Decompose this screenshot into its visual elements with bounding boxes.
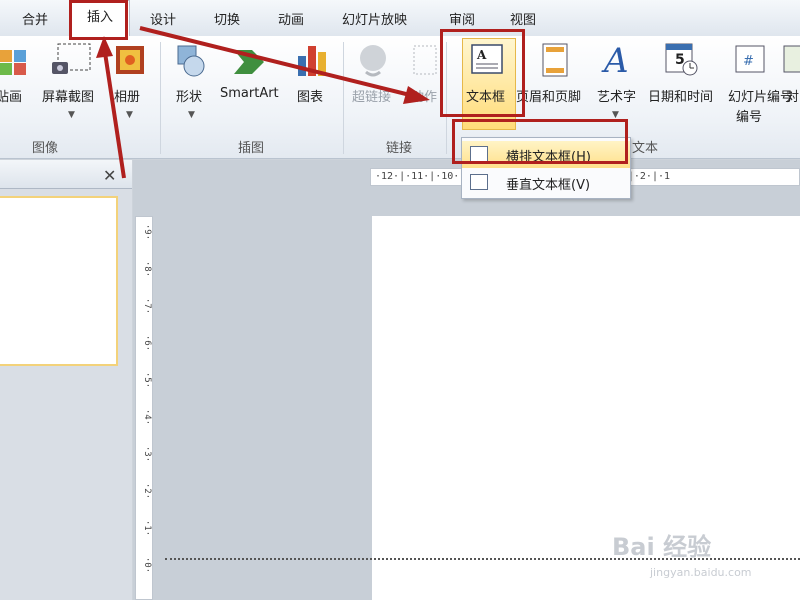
watermark-url: jingyan.baidu.com xyxy=(650,566,752,579)
annotation-arrows xyxy=(96,26,430,179)
watermark-logo: Bai 经验 xyxy=(612,533,712,561)
